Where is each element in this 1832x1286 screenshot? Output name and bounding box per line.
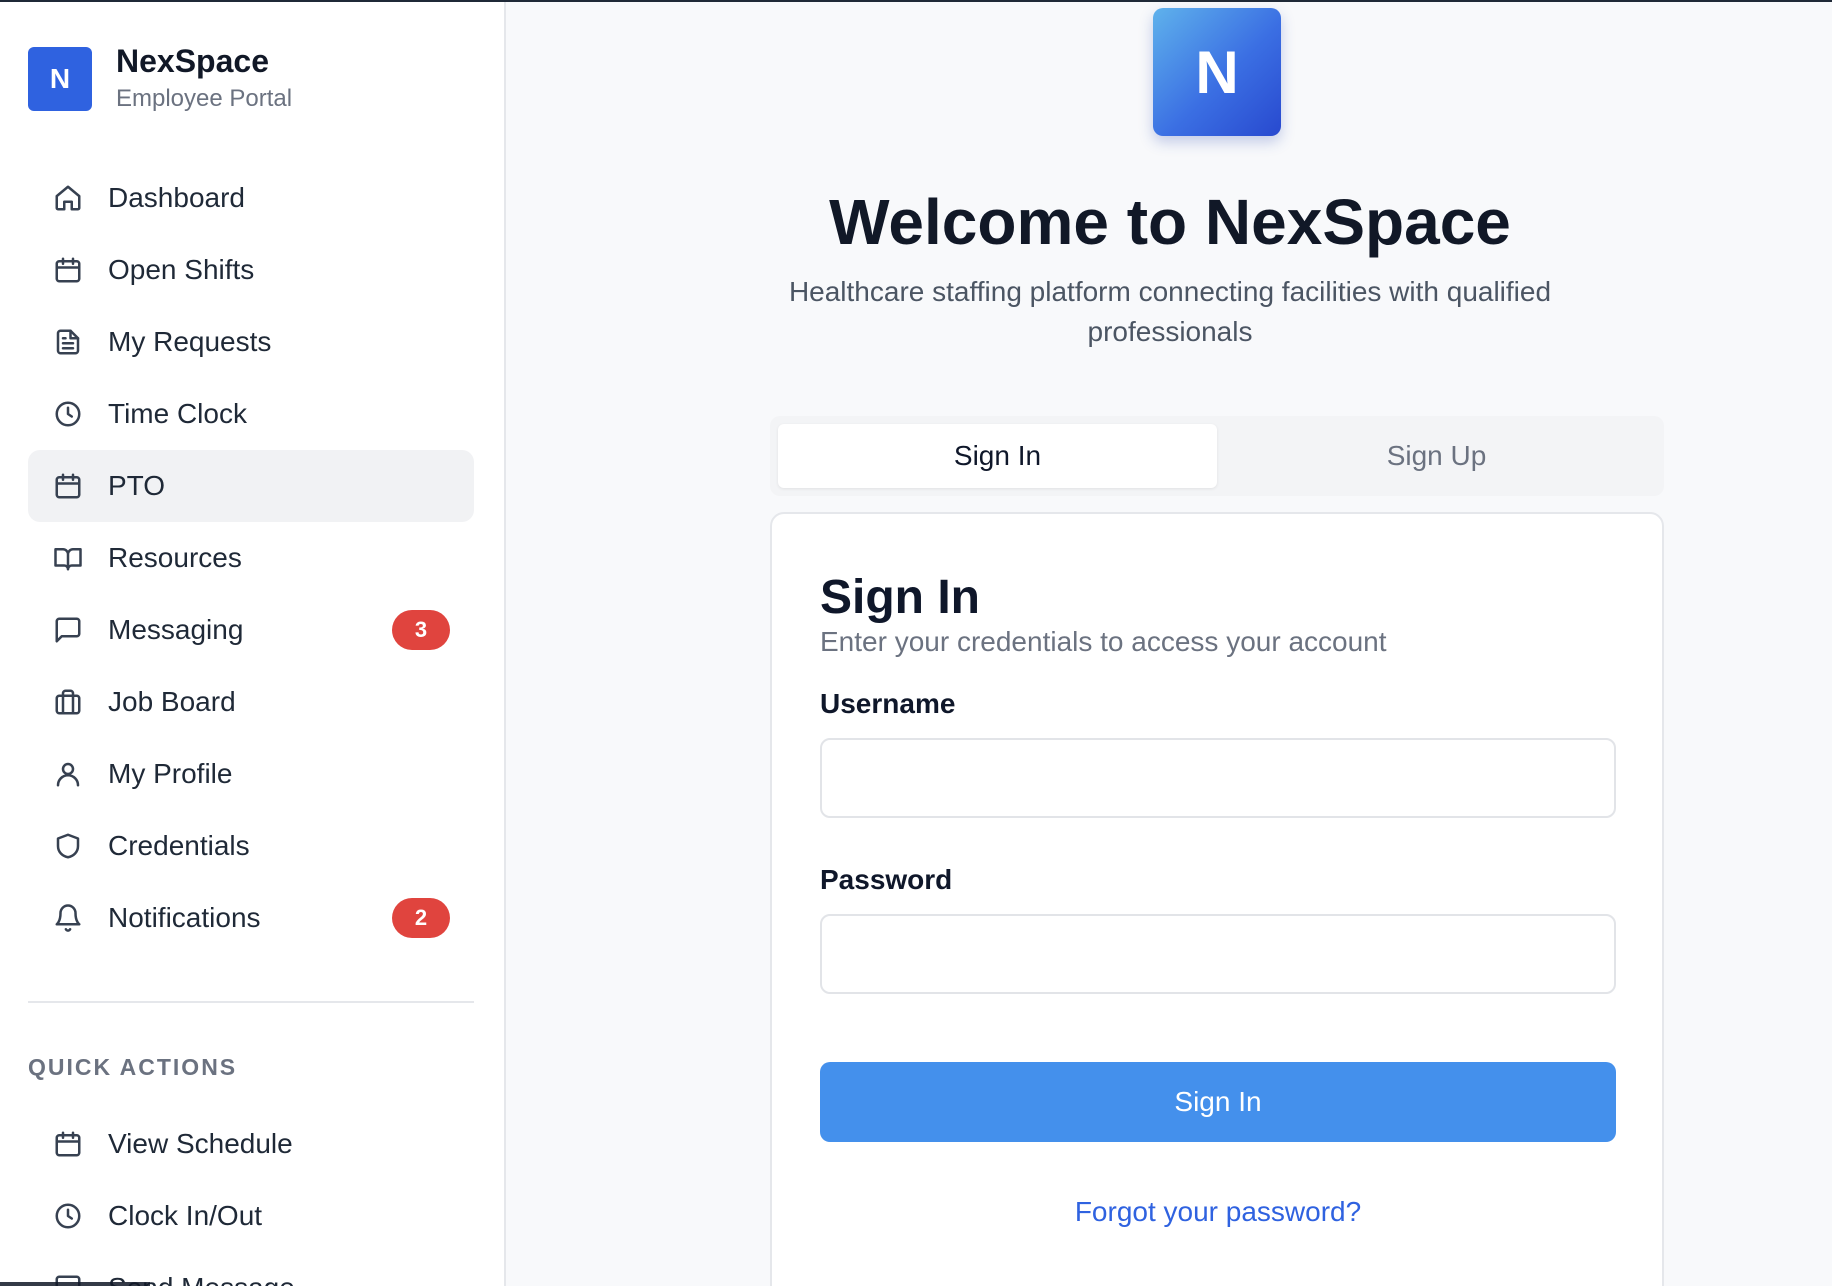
sidebar-item-label: Credentials (108, 830, 250, 861)
sidebar-item-label: My Requests (108, 326, 272, 357)
brand[interactable]: N NexSpace Employee Portal (28, 42, 292, 116)
sidebar-item-label: PTO (108, 470, 166, 501)
clock-icon (52, 398, 84, 430)
sidebar-nav: Dashboard Open Shifts My Requests Time Cloc… (28, 162, 474, 954)
sidebar-item-pto[interactable]: PTO (28, 450, 474, 522)
count-badge: 3 (392, 610, 450, 650)
sidebar-item-label: Time Clock (108, 398, 247, 429)
window-top-border (0, 0, 1832, 2)
quick-action-label: Clock In/Out (108, 1200, 263, 1231)
sidebar-item-open-shifts[interactable]: Open Shifts (28, 234, 474, 306)
home-icon (52, 182, 84, 214)
sidebar-item-resources[interactable]: Resources (28, 522, 474, 594)
sign-in-card: Sign In Enter your credentials to access… (770, 512, 1664, 1286)
sidebar-item-job-board[interactable]: Job Board (28, 666, 474, 738)
quick-action-view-schedule[interactable]: View Schedule (28, 1108, 474, 1180)
quick-actions-heading: QUICK ACTIONS (28, 1054, 238, 1080)
quick-action-send-message[interactable]: Send Message (28, 1252, 474, 1286)
quick-actions-list: View Schedule Clock In/Out Send Message (28, 1108, 474, 1286)
quick-action-label: View Schedule (108, 1128, 293, 1159)
book-open-icon (52, 542, 84, 574)
sidebar-item-label: Messaging (108, 614, 244, 645)
sidebar-item-time-clock[interactable]: Time Clock (28, 378, 474, 450)
sidebar-item-my-requests[interactable]: My Requests (28, 306, 474, 378)
username-label: Username (820, 688, 956, 719)
sidebar-item-label: Resources (108, 542, 242, 573)
calendar-icon (52, 254, 84, 286)
password-label: Password (820, 864, 953, 895)
sidebar-item-label: Dashboard (108, 182, 245, 213)
sidebar-item-messaging[interactable]: Messaging 3 (28, 594, 474, 666)
sidebar-item-dashboard[interactable]: Dashboard (28, 162, 474, 234)
page-title: Welcome to NexSpace (829, 186, 1511, 258)
sidebar-item-label: My Profile (108, 758, 233, 789)
auth-tabs: Sign In Sign Up (770, 416, 1664, 496)
clock-icon (52, 1200, 84, 1232)
password-input[interactable] (820, 914, 1616, 994)
sidebar-divider (28, 1001, 474, 1003)
sidebar-item-label: Job Board (108, 686, 236, 717)
calendar-icon (52, 1128, 84, 1160)
scroll-indicator (0, 1282, 150, 1286)
brand-subtitle: Employee Portal (116, 85, 293, 112)
briefcase-icon (52, 686, 84, 718)
page-tagline: Healthcare staffing platform connecting … (788, 276, 1552, 347)
username-input[interactable] (820, 738, 1616, 818)
shield-icon (52, 830, 84, 862)
user-icon (52, 758, 84, 790)
sidebar-item-label: Notifications (108, 902, 261, 933)
sidebar-item-credentials[interactable]: Credentials (28, 810, 474, 882)
message-square-icon (52, 614, 84, 646)
bell-icon (52, 902, 84, 934)
quick-action-clock-in-out[interactable]: Clock In/Out (28, 1180, 474, 1252)
forgot-password-link[interactable]: Forgot your password? (820, 1196, 1616, 1228)
sidebar-item-my-profile[interactable]: My Profile (28, 738, 474, 810)
count-badge: 2 (392, 898, 450, 938)
tab-sign-up[interactable]: Sign Up (1217, 424, 1656, 488)
app-logo: N (1153, 8, 1281, 136)
calendar-icon (52, 470, 84, 502)
main-content: N Welcome to NexSpace Healthcare staffin… (508, 0, 1832, 1286)
tab-sign-in[interactable]: Sign In (778, 424, 1217, 488)
sidebar-item-label: Open Shifts (108, 254, 255, 285)
sidebar: N NexSpace Employee Portal Dashboard Open… (0, 0, 506, 1286)
sidebar-item-notifications[interactable]: Notifications 2 (28, 882, 474, 954)
brand-logo: N (28, 47, 92, 111)
card-subtitle: Enter your credentials to access your ac… (820, 626, 1387, 657)
brand-name: NexSpace (116, 43, 269, 79)
file-text-icon (52, 326, 84, 358)
sign-in-button[interactable]: Sign In (820, 1062, 1616, 1142)
brand-text: NexSpace Employee Portal (116, 42, 292, 116)
